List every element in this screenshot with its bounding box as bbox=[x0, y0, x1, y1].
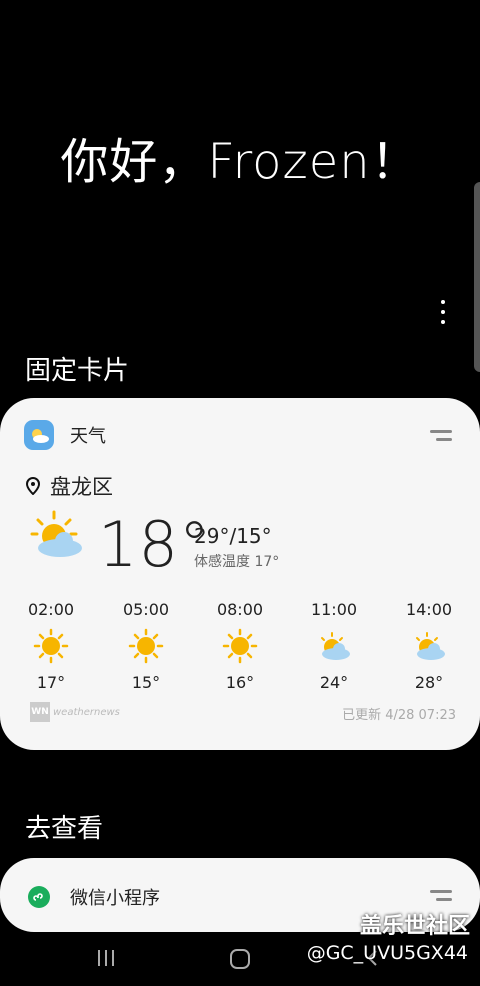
weather-card[interactable]: 天气 盘龙区 18° 29°/15° 体感温度 17° 02:00 17° 05… bbox=[0, 398, 480, 750]
greeting-text: 你好，Frozen！ bbox=[60, 134, 420, 190]
watermark-user: @GC_UVU5GX44 bbox=[306, 942, 468, 964]
sunny-icon bbox=[33, 628, 69, 664]
hour-time: 05:00 bbox=[122, 600, 170, 619]
location: 盘龙区 bbox=[26, 471, 113, 501]
partly-cloudy-icon bbox=[321, 632, 350, 660]
hourly-item: 14:00 28° bbox=[394, 600, 464, 692]
hour-temperature: 15° bbox=[131, 673, 161, 692]
hourly-item: 11:00 24° bbox=[299, 600, 369, 692]
hour-time: 14:00 bbox=[405, 600, 453, 619]
sunny-icon bbox=[222, 628, 258, 664]
location-name: 盘龙区 bbox=[50, 475, 113, 499]
hourly-item: 02:00 17° bbox=[16, 600, 86, 692]
feels-like-temperature: 体感温度 17° bbox=[194, 554, 280, 570]
partly-cloudy-icon bbox=[30, 510, 82, 557]
provider-name: weathernews bbox=[53, 706, 120, 718]
partly-cloudy-icon bbox=[416, 632, 445, 660]
hourly-item: 08:00 16° bbox=[205, 600, 275, 692]
weather-app-icon bbox=[24, 420, 54, 450]
edge-panel-handle[interactable] bbox=[474, 182, 480, 372]
drag-handle-icon[interactable] bbox=[430, 430, 452, 442]
high-low-temperature: 29°/15° bbox=[194, 524, 272, 548]
last-updated: 已更新 4/28 07:23 bbox=[342, 708, 456, 723]
sunny-icon bbox=[128, 628, 164, 664]
home-icon bbox=[230, 949, 250, 969]
current-weather: 18° bbox=[30, 510, 211, 580]
hourly-item: 05:00 15° bbox=[111, 600, 181, 692]
pinned-cards-title: 固定卡片 bbox=[25, 356, 130, 386]
watermark-site: 盖乐世社区 bbox=[359, 914, 470, 939]
location-pin-icon bbox=[26, 477, 40, 495]
hour-time: 11:00 bbox=[310, 600, 358, 619]
weather-card-title: 天气 bbox=[70, 426, 106, 447]
drag-handle-icon[interactable] bbox=[430, 890, 452, 902]
hour-temperature: 28° bbox=[414, 673, 444, 692]
weathernews-logo: WN weathernews bbox=[30, 702, 120, 722]
weathernews-logo-mark: WN bbox=[30, 702, 50, 722]
recent-apps-icon bbox=[98, 950, 114, 966]
explore-title: 去查看 bbox=[25, 814, 104, 844]
hour-temperature: 17° bbox=[36, 673, 66, 692]
wechat-mini-program-icon bbox=[28, 886, 50, 908]
hour-temperature: 16° bbox=[225, 673, 255, 692]
hour-time: 02:00 bbox=[27, 600, 75, 619]
hour-time: 08:00 bbox=[216, 600, 264, 619]
mini-program-label: 微信小程序 bbox=[70, 888, 160, 909]
hour-temperature: 24° bbox=[319, 673, 349, 692]
more-options-icon[interactable] bbox=[436, 300, 450, 324]
